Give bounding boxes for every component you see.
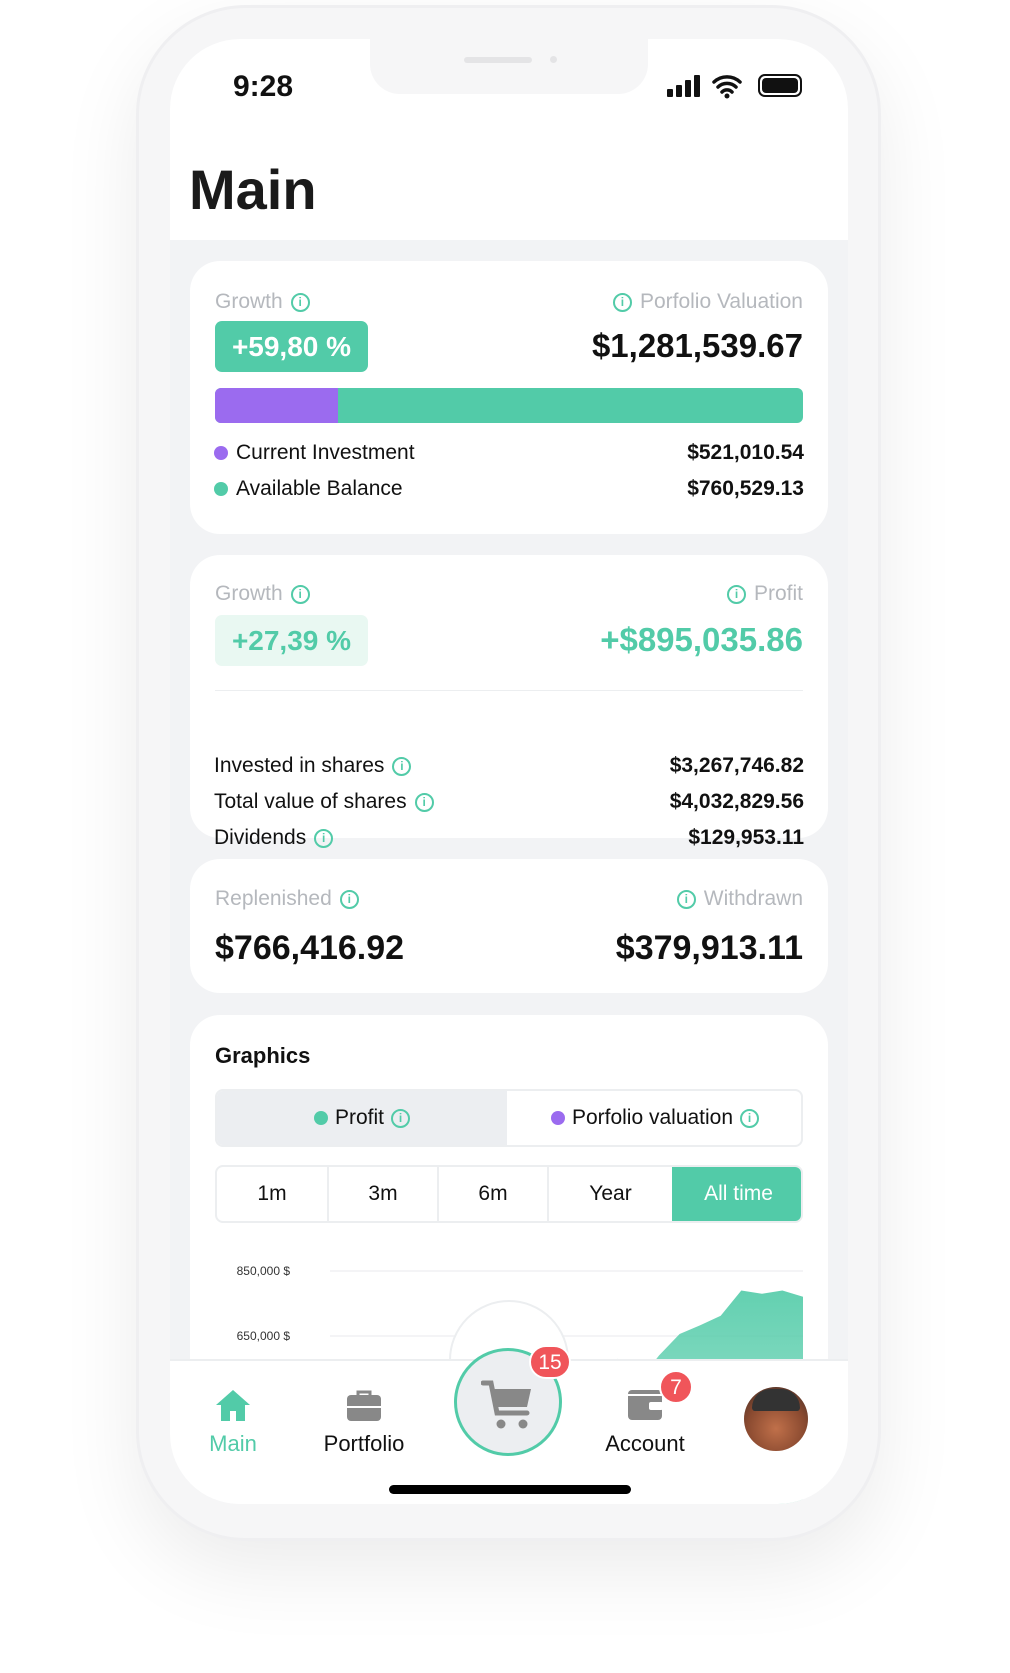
cart-button[interactable]: 15 [454, 1345, 571, 1456]
avatar[interactable] [744, 1387, 808, 1451]
replenished-value: $766,416.92 [215, 929, 405, 967]
info-icon[interactable]: i [339, 889, 359, 909]
period-all-time[interactable]: All time [672, 1167, 801, 1221]
portfolio-valuation-card: Growth i i Porfolio Valuation +59,80 % $1,… [190, 261, 828, 534]
period-3m[interactable]: 3m [329, 1167, 439, 1221]
briefcase-icon [347, 1390, 381, 1421]
detail-row: Invested in shares i $3,267,746.82 [214, 754, 804, 777]
growth-badge: +59,80 % [215, 321, 368, 372]
green-dot [214, 482, 228, 496]
chart-type-toggle: Profit i Porfolio valuation i [215, 1089, 803, 1147]
replenished-label: Replenished i [215, 887, 359, 911]
nav-portfolio[interactable]: Portfolio [324, 1361, 404, 1461]
signal-icon [667, 75, 701, 97]
nav-label: Portfolio [323, 1431, 405, 1456]
page-title: Main [189, 158, 317, 221]
info-icon[interactable]: i [290, 584, 310, 604]
notification-badge: 7 [659, 1370, 693, 1404]
nav-label: Account [605, 1431, 685, 1456]
allocation-bar-investment [215, 388, 339, 423]
info-icon[interactable]: i [290, 292, 310, 312]
period-year[interactable]: Year [549, 1167, 672, 1221]
profit-value: +$895,035.86 [600, 621, 803, 658]
purple-dot [214, 446, 228, 460]
battery-icon [758, 74, 802, 97]
detail-row: Total value of shares i $4,032,829.56 [214, 790, 804, 813]
notification-badge: 15 [529, 1345, 571, 1379]
screen: 9:28 Main Growth i i Porfolio Valuation +5… [170, 39, 848, 1504]
info-icon[interactable]: i [612, 292, 632, 312]
nav-account[interactable]: Account 7 [605, 1361, 693, 1461]
wallet-icon [628, 1390, 663, 1420]
toggle-portfolio-valuation[interactable]: Porfolio valuation i [507, 1091, 801, 1145]
cart-icon [481, 1380, 531, 1429]
home-indicator [389, 1485, 631, 1494]
detail-row: Dividends i $129,953.11 [214, 826, 804, 849]
wifi-icon [712, 75, 742, 99]
growth-badge: +27,39 % [215, 615, 368, 666]
nav-main[interactable]: Main [209, 1361, 257, 1461]
allocation-bar [215, 388, 803, 423]
header: 9:28 Main [170, 39, 848, 240]
info-icon[interactable]: i [726, 584, 746, 604]
withdrawn-label: i Withdrawn [676, 887, 803, 911]
period-6m[interactable]: 6m [439, 1167, 549, 1221]
profit-card: Growth i i Profit +27,39 % +$895,035.86 In… [190, 555, 828, 849]
valuation-value: $1,281,539.67 [591, 327, 803, 364]
nav-label: Main [209, 1431, 257, 1456]
info-icon[interactable]: i [391, 1108, 410, 1128]
home-icon [216, 1390, 250, 1421]
y-tick-label: 850,000 $ [237, 1264, 291, 1278]
growth-label: Growth i [215, 290, 310, 314]
info-icon[interactable]: i [676, 889, 696, 909]
y-tick-label: 650,000 $ [237, 1329, 291, 1343]
purple-dot [550, 1111, 565, 1125]
info-icon[interactable]: i [414, 792, 434, 812]
legend-row: Available Balance $760,529.13 [214, 477, 804, 501]
toggle-profit[interactable]: Profit i [217, 1091, 507, 1145]
legend-row: Current Investment $521,010.54 [214, 441, 804, 465]
valuation-label: i Porfolio Valuation [612, 290, 803, 314]
period-1m[interactable]: 1m [217, 1167, 329, 1221]
info-icon[interactable]: i [314, 828, 334, 848]
period-selector: 1m 3m 6m Year All time [215, 1165, 803, 1223]
divider [215, 690, 803, 691]
graphics-title: Graphics [215, 1043, 311, 1068]
green-dot [313, 1111, 328, 1125]
profit-label: i Profit [726, 582, 803, 606]
notch [370, 39, 648, 94]
info-icon[interactable]: i [740, 1108, 760, 1128]
info-icon[interactable]: i [392, 756, 412, 776]
growth-label: Growth i [215, 582, 310, 606]
withdrawn-value: $379,913.11 [615, 929, 803, 967]
flows-card: Replenished i i Withdrawn $766,416.92 $379… [190, 859, 828, 993]
status-time: 9:28 [233, 70, 294, 103]
